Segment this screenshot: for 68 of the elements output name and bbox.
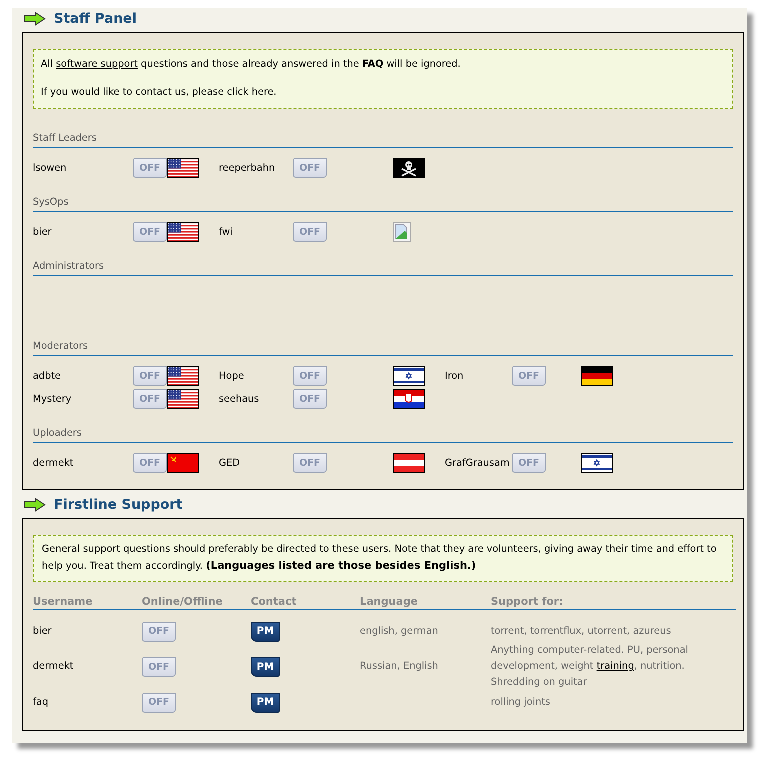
notice-text: General support questions should preferably be directed to these users. Note that they are volunteers, giving away their time and effort to help you. Treat them accordingly. (Languages listed are those besides English.) bbox=[42, 543, 718, 574]
star-flag-icon bbox=[581, 453, 613, 473]
column-header: Contact bbox=[251, 596, 360, 610]
offline-button[interactable]: OFF bbox=[293, 366, 327, 386]
tricolor-flag-icon bbox=[393, 389, 425, 409]
offline-button[interactable]: OFF bbox=[512, 453, 546, 473]
offline-button[interactable]: OFF bbox=[133, 389, 167, 409]
column-header: Language bbox=[360, 596, 491, 610]
table-cell-text: rolling joints bbox=[491, 696, 550, 710]
username: Mystery bbox=[33, 394, 73, 404]
offline-button[interactable]: OFF bbox=[142, 622, 176, 642]
pm-button[interactable]: PM bbox=[251, 657, 280, 677]
panel-title: Firstline Support bbox=[54, 497, 183, 513]
section-heading: Moderators bbox=[33, 340, 733, 356]
star-flag-icon bbox=[393, 366, 425, 386]
username: lsowen bbox=[33, 162, 68, 174]
offline-button[interactable]: OFF bbox=[142, 657, 176, 677]
us-flag-icon bbox=[167, 389, 199, 409]
notice-text: All software support questions and those already answered in the FAQ will be ignored. bbox=[41, 58, 462, 72]
table-cell-text: dermekt bbox=[33, 660, 75, 674]
username: Iron bbox=[445, 370, 465, 382]
username: seehaus bbox=[219, 394, 260, 404]
offline-button[interactable]: OFF bbox=[133, 453, 167, 473]
offline-button[interactable]: OFF bbox=[142, 692, 176, 712]
offline-button[interactable]: OFF bbox=[133, 158, 167, 178]
table-cell-text: torrent, torrentflux, utorrent, azureus bbox=[491, 624, 672, 638]
column-header: Username bbox=[33, 596, 142, 610]
offline-button[interactable]: OFF bbox=[293, 158, 327, 178]
notice-text: If you would like to contact us, please click here. bbox=[41, 86, 278, 100]
pm-button[interactable]: PM bbox=[251, 622, 280, 642]
username: adbte bbox=[33, 370, 62, 382]
username: fwi bbox=[219, 226, 234, 238]
section-heading: Administrators bbox=[33, 260, 733, 276]
section-heading: SysOps bbox=[33, 196, 733, 212]
offline-button[interactable]: OFF bbox=[133, 222, 167, 242]
username: reeperbahn bbox=[219, 162, 276, 174]
offline-button[interactable]: OFF bbox=[293, 389, 327, 409]
arrow-icon bbox=[24, 12, 46, 26]
link[interactable]: training bbox=[596, 661, 634, 672]
offline-button[interactable]: OFF bbox=[293, 453, 327, 473]
link[interactable]: software support bbox=[56, 59, 138, 70]
username: bier bbox=[33, 226, 53, 238]
broken-image-icon bbox=[393, 222, 411, 242]
us-flag-icon bbox=[167, 366, 199, 386]
column-header: Support for: bbox=[491, 596, 736, 610]
table-cell-text: faq bbox=[33, 696, 50, 710]
us-flag-icon bbox=[167, 158, 199, 178]
skull-flag-icon bbox=[393, 158, 425, 178]
panel-title: Staff Panel bbox=[54, 11, 137, 27]
section-heading: Staff Leaders bbox=[33, 132, 733, 148]
table-cell-text: bier bbox=[33, 624, 53, 638]
username: GrafGrausam bbox=[445, 458, 511, 468]
username: GED bbox=[219, 458, 242, 468]
section-heading: Uploaders bbox=[33, 427, 733, 443]
offline-button[interactable]: OFF bbox=[512, 366, 546, 386]
column-header: Online/Offline bbox=[142, 596, 251, 610]
us-flag-icon bbox=[167, 222, 199, 242]
pm-button[interactable]: PM bbox=[251, 692, 280, 712]
username: dermekt bbox=[33, 458, 75, 468]
table-cell-text: Russian, English bbox=[360, 660, 438, 674]
tricolor-flag-icon bbox=[581, 366, 613, 386]
arrow-icon bbox=[24, 498, 46, 512]
hammer-sickle-flag-icon bbox=[167, 453, 199, 473]
table-cell-text: english, german bbox=[360, 624, 438, 638]
offline-button[interactable]: OFF bbox=[293, 222, 327, 242]
offline-button[interactable]: OFF bbox=[133, 366, 167, 386]
striped-flag-icon bbox=[393, 453, 425, 473]
username: Hope bbox=[219, 370, 246, 382]
